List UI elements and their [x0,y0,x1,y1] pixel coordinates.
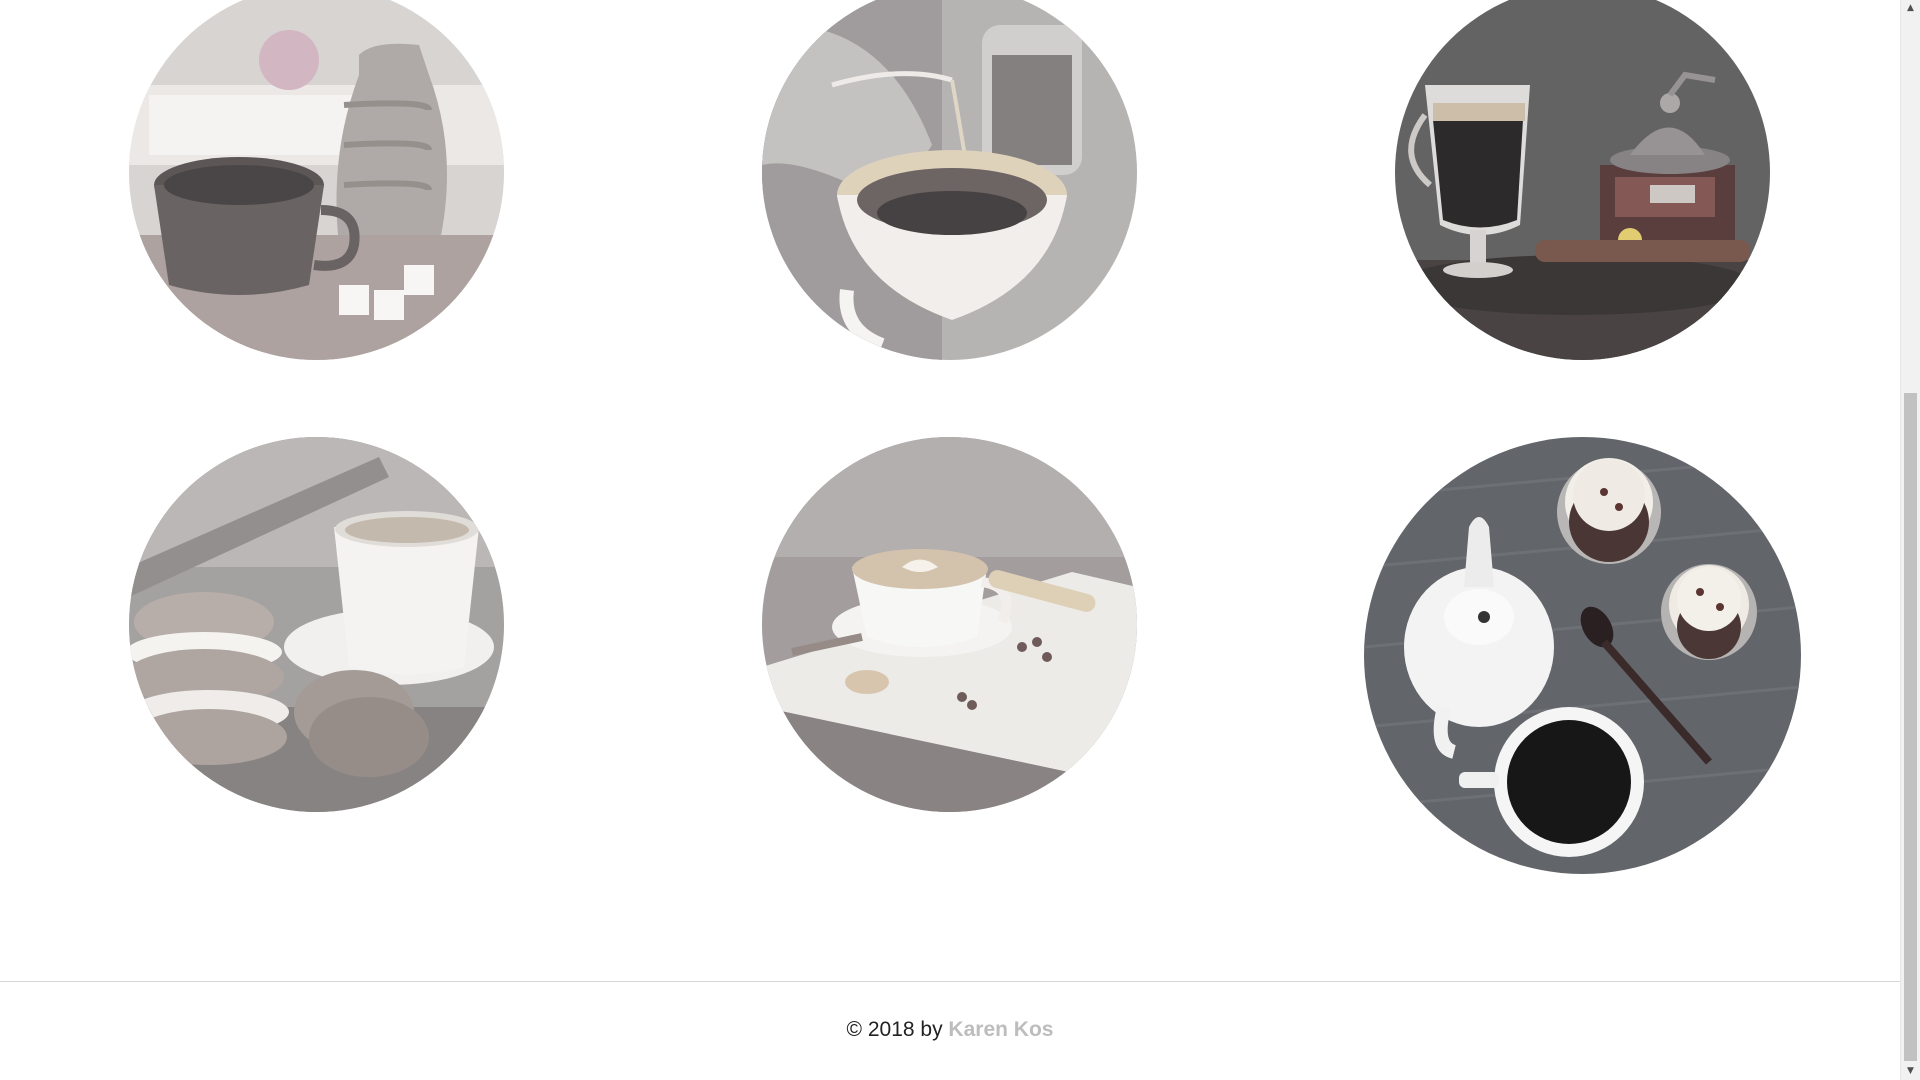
gallery-photo-irish-coffee[interactable] [1395,0,1770,360]
coffee-cup-with-pitcher-photo [129,0,504,360]
copyright-prefix: © 2018 by [846,1018,943,1041]
vertical-scrollbar[interactable]: ▲ ▼ [1900,0,1920,1080]
gallery-photo-latte-art[interactable] [762,437,1137,812]
footer-copyright: © 2018 by Karen Kos [0,1018,1900,1042]
scroll-up-arrow-icon[interactable]: ▲ [1901,0,1920,17]
scroll-down-arrow-icon[interactable]: ▼ [1901,1063,1920,1080]
gallery-photo-pour-over[interactable] [762,0,1137,360]
pour-over-coffee-photo [762,0,1137,360]
irish-coffee-and-grinder-photo [1395,0,1770,360]
gallery-photo-teapot-cupcakes[interactable] [1364,437,1801,874]
gallery-photo-coffee-pitcher[interactable] [129,0,504,360]
latte-art-on-board-photo [762,437,1137,812]
teapot-coffee-cupcakes-photo [1364,437,1801,874]
macarons-and-coffee-photo [129,437,504,812]
author-link[interactable]: Karen Kos [948,1018,1053,1041]
gallery-photo-macarons[interactable] [129,437,504,812]
page: © 2018 by Karen Kos [0,0,1900,1080]
scroll-thumb[interactable] [1904,393,1917,1061]
footer-divider [0,981,1900,982]
